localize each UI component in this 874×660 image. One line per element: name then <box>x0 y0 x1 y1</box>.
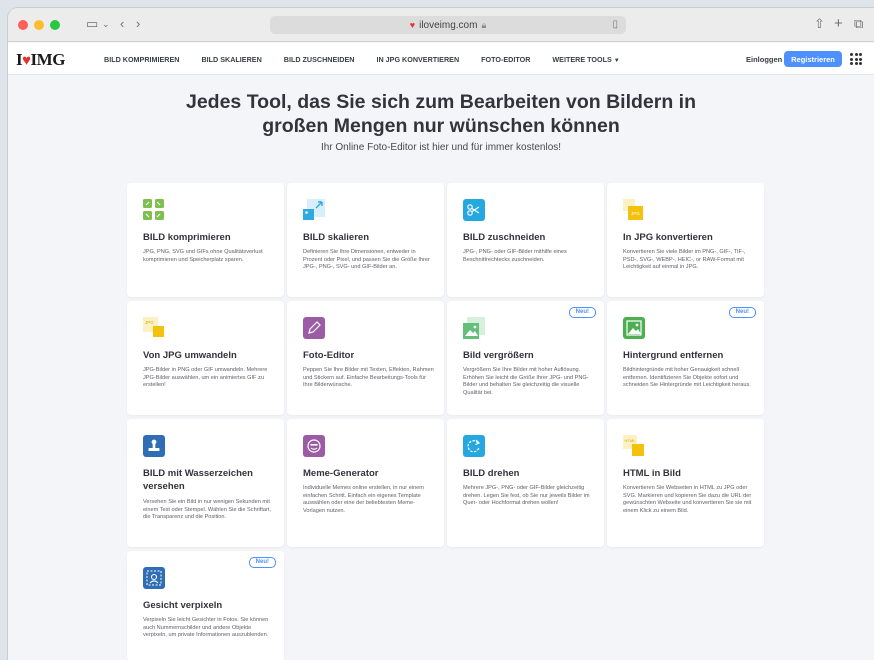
share-icon[interactable]: ⇧ <box>814 16 825 32</box>
new-tab-icon[interactable]: + <box>834 16 843 32</box>
card-title: BILD komprimieren <box>143 232 231 243</box>
new-badge: Neu! <box>568 307 596 318</box>
to-jpg-icon: JPG <box>623 199 645 221</box>
tool-card-to-jpg[interactable]: JPG In JPG konvertieren Konvertieren Sie… <box>607 183 764 297</box>
chevron-down-icon[interactable]: ⌄ <box>102 16 110 32</box>
card-title: Gesicht verpixeln <box>143 600 223 611</box>
blur-face-icon <box>143 567 165 589</box>
nav-bild-zuschneiden[interactable]: BILD ZUSCHNEIDEN <box>284 55 355 64</box>
remove-bg-icon <box>623 317 645 339</box>
new-badge: Neu! <box>248 557 276 568</box>
compress-icon <box>143 199 165 221</box>
tool-card-resize[interactable]: BILD skalieren Definieren Sie Ihre Dimen… <box>287 183 444 297</box>
address-bar[interactable]: ♥ iloveimg.com 🔒︎ ▯ <box>270 16 626 34</box>
card-title: BILD drehen <box>463 468 520 479</box>
tool-card-from-jpg[interactable]: JPG Von JPG umwandeln JPG-Bilder in PNG … <box>127 301 284 415</box>
resize-icon <box>303 199 325 221</box>
heart-icon: ♥ <box>22 53 31 69</box>
svg-text:JPG: JPG <box>631 211 640 216</box>
login-link[interactable]: Einloggen <box>746 55 782 64</box>
lock-icon: 🔒︎ <box>481 19 487 30</box>
tool-card-compress[interactable]: BILD komprimieren JPG, PNG, SVG und GIFs… <box>127 183 284 297</box>
address-url: iloveimg.com <box>419 19 478 31</box>
card-description: JPG-, PNG- oder GIF-Bilder mithilfe eine… <box>463 249 567 263</box>
card-description: Peppen Sie Ihre Bilder mit Texten, Effek… <box>303 367 434 389</box>
svg-text:JPG: JPG <box>145 320 154 325</box>
card-description: Verpixeln Sie leicht Gesichter in Fotos.… <box>143 617 269 639</box>
crop-icon <box>463 199 485 221</box>
card-description: Mehrere JPG-, PNG- oder GIF-Bilder gleic… <box>463 485 590 507</box>
card-title: Von JPG umwandeln <box>143 350 237 361</box>
maximize-window-button[interactable] <box>50 20 60 30</box>
nav-foto-editor[interactable]: FOTO-EDITOR <box>481 55 530 64</box>
page-subtitle: Ihr Online Foto-Editor ist hier und für … <box>320 142 562 153</box>
card-title: Bild vergrößern <box>463 350 534 361</box>
card-description: Individuelle Memes online erstellen, in … <box>303 485 424 514</box>
tool-card-watermark[interactable]: BILD mit Wasserzeichen versehen Versehen… <box>127 419 284 547</box>
nav-bild-komprimieren[interactable]: BILD KOMPRIMIEREN <box>104 55 179 64</box>
reader-icon[interactable]: ▯ <box>612 19 618 30</box>
card-title: BILD skalieren <box>303 232 369 243</box>
upscale-icon <box>463 317 485 339</box>
meme-icon <box>303 435 325 457</box>
card-title: In JPG konvertieren <box>623 232 713 243</box>
tool-card-blur-face[interactable]: Neu! Gesicht verpixeln Verpixeln Sie lei… <box>127 551 284 660</box>
stamp-icon <box>143 435 165 457</box>
nav-in-jpg-konvertieren[interactable]: IN JPG KONVERTIEREN <box>376 55 459 64</box>
window-controls <box>18 20 60 30</box>
card-title: HTML in Bild <box>623 468 681 479</box>
browser-toolbar: ▭ ⌄ ‹ › ♥ iloveimg.com 🔒︎ ▯ ⇧ + ⧉ <box>8 8 874 42</box>
card-title: BILD zuschneiden <box>463 232 546 243</box>
tool-card-rotate[interactable]: BILD drehen Mehrere JPG-, PNG- oder GIF-… <box>447 419 604 547</box>
card-description: Bildhintergründe mit hoher Genauigkeit s… <box>623 367 751 389</box>
rotate-icon <box>463 435 485 457</box>
sidebar-icon[interactable]: ▭ <box>86 16 98 32</box>
browser-window: ▭ ⌄ ‹ › ♥ iloveimg.com 🔒︎ ▯ ⇧ + ⧉ I♥IMG … <box>8 8 874 660</box>
pencil-icon <box>303 317 325 339</box>
site-header: I♥IMG BILD KOMPRIMIEREN BILD SKALIEREN B… <box>8 43 874 75</box>
card-title: BILD mit Wasserzeichen versehen <box>143 468 253 492</box>
nav-bild-skalieren[interactable]: BILD SKALIEREN <box>201 55 261 64</box>
card-title: Meme-Generator <box>303 468 379 479</box>
logo[interactable]: I♥IMG <box>16 50 65 70</box>
tool-card-remove-background[interactable]: Neu! Hintergrund entfernen Bildhintergrü… <box>607 301 764 415</box>
svg-text:HTML: HTML <box>625 438 637 443</box>
card-description: Vergrößern Sie Ihre Bilder mit hoher Auf… <box>463 367 589 396</box>
register-button[interactable]: Registrieren <box>784 51 842 67</box>
card-description: Definieren Sie Ihre Dimensionen, entwede… <box>303 249 430 271</box>
card-description: Konvertieren Sie viele Bilder im PNG-, G… <box>623 249 746 271</box>
minimize-window-button[interactable] <box>34 20 44 30</box>
card-title: Foto-Editor <box>303 350 355 361</box>
tool-card-upscale[interactable]: Neu! Bild vergrößern Vergrößern Sie Ihre… <box>447 301 604 415</box>
from-jpg-icon: JPG <box>143 317 165 339</box>
site-favicon-icon: ♥ <box>409 20 416 30</box>
caret-down-icon: ▼ <box>613 58 620 64</box>
card-title: Hintergrund entfernen <box>623 350 724 361</box>
forward-icon[interactable]: › <box>136 16 140 32</box>
tool-card-html-to-image[interactable]: HTML HTML in Bild Konvertieren Sie Webse… <box>607 419 764 547</box>
nav-weitere-tools[interactable]: WEITERE TOOLS ▼ <box>552 55 619 64</box>
close-window-button[interactable] <box>18 20 28 30</box>
tool-card-crop[interactable]: BILD zuschneiden JPG-, PNG- oder GIF-Bil… <box>447 183 604 297</box>
page-title: Jedes Tool, das Sie sich zum Bearbeiten … <box>185 91 697 137</box>
apps-grid-icon[interactable] <box>850 53 862 65</box>
tabs-overview-icon[interactable]: ⧉ <box>854 16 863 32</box>
html-icon: HTML <box>623 435 645 457</box>
tool-card-meme-generator[interactable]: Meme-Generator Individuelle Memes online… <box>287 419 444 547</box>
tool-card-photo-editor[interactable]: Foto-Editor Peppen Sie Ihre Bilder mit T… <box>287 301 444 415</box>
back-icon[interactable]: ‹ <box>120 16 124 32</box>
main-nav: BILD KOMPRIMIEREN BILD SKALIEREN BILD ZU… <box>104 55 620 64</box>
card-description: Versehen Sie ein Bild in nur wenigen Sek… <box>143 499 271 521</box>
card-description: JPG-Bilder in PNG oder GIF umwandeln. Me… <box>143 367 268 389</box>
card-description: JPG, PNG, SVG und GIFs ohne Qualitätsver… <box>143 249 263 263</box>
new-badge: Neu! <box>728 307 756 318</box>
card-description: Konvertieren Sie Webseiten in HTML zu JP… <box>623 485 752 514</box>
